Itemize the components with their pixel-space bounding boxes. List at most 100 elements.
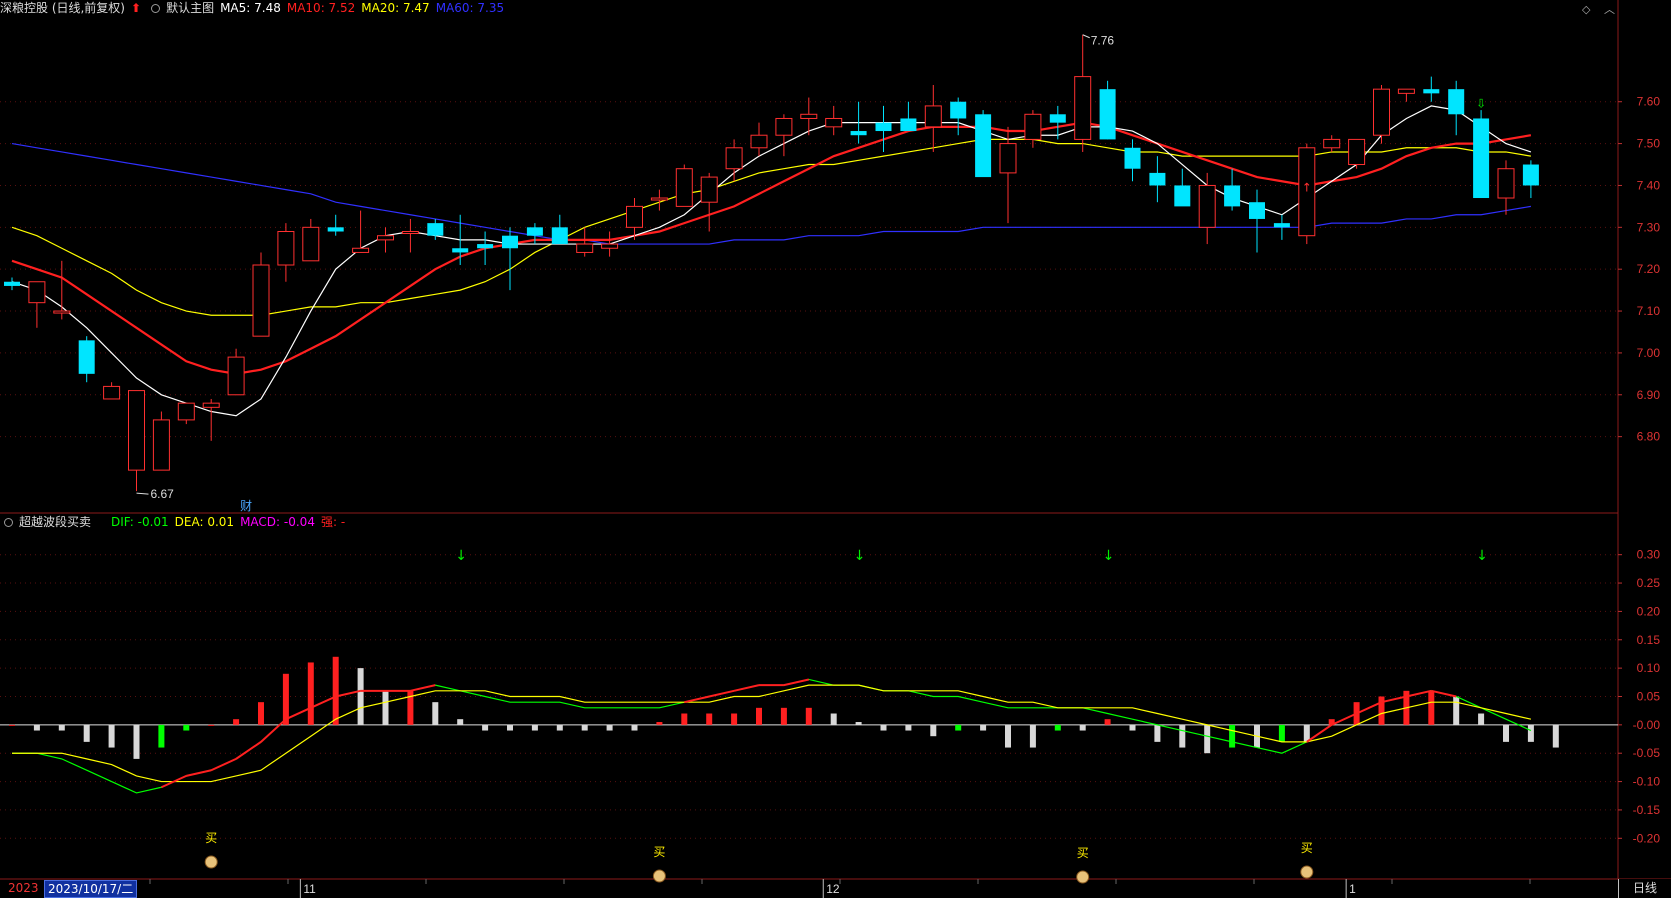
period-label[interactable]: 日线 xyxy=(1618,879,1671,898)
dif-strong-segment xyxy=(410,684,436,692)
candle xyxy=(103,382,121,400)
candle-body xyxy=(875,122,892,132)
candle-body xyxy=(999,143,1017,174)
candle xyxy=(1522,160,1539,199)
candle-body xyxy=(4,281,20,286)
macd-tick-label: -0.20 xyxy=(1633,831,1661,845)
candle xyxy=(576,227,594,257)
macd-bar xyxy=(905,724,912,731)
candle-body xyxy=(452,248,469,253)
dif-strong-segment xyxy=(260,718,287,743)
candle xyxy=(825,105,843,136)
candle-body xyxy=(302,226,320,262)
candle-body xyxy=(1323,138,1341,149)
candle xyxy=(202,398,220,441)
candle xyxy=(700,172,718,232)
macd-bar xyxy=(1129,724,1136,731)
candle xyxy=(775,114,793,157)
candle-body xyxy=(1397,88,1415,94)
cursor-date: 2023/10/17/二 xyxy=(44,880,138,898)
candle-body xyxy=(1423,89,1440,94)
candle-body xyxy=(950,101,967,119)
candle-body xyxy=(775,117,793,136)
candle-body xyxy=(152,419,170,471)
macd-bar xyxy=(731,713,738,725)
candle xyxy=(1249,189,1265,253)
sell-arrow-icon: ↓ xyxy=(854,548,866,564)
candle-body xyxy=(1373,88,1390,136)
dif-strong-segment xyxy=(186,769,212,777)
candle xyxy=(277,223,295,282)
macd-bar xyxy=(1503,724,1509,742)
candles xyxy=(4,34,1539,492)
macd-bar xyxy=(482,724,489,731)
macd-bar xyxy=(955,724,962,731)
macd-bar xyxy=(1204,724,1211,754)
low-price-label: 6.67 xyxy=(151,487,175,501)
candle-body xyxy=(675,168,693,207)
candle xyxy=(252,252,270,337)
macd-tick-label: 0.20 xyxy=(1637,604,1661,618)
candle-body xyxy=(1124,147,1141,169)
candle-body xyxy=(1497,168,1515,199)
dif-strong-segment xyxy=(733,684,760,692)
trend-marker-icon: ↑ xyxy=(1302,180,1312,194)
signal-markers: ↓ ↓ ↓ ↓买买买买↑⇩ xyxy=(204,97,1488,884)
candle-body xyxy=(1074,76,1092,140)
candle xyxy=(975,110,992,178)
month-label: 12 xyxy=(826,882,840,896)
candle xyxy=(352,210,370,253)
candle xyxy=(502,227,518,291)
macd-bar xyxy=(1428,690,1435,725)
buy-label: 买 xyxy=(1077,846,1089,860)
macd-bar xyxy=(1229,724,1236,748)
stock-chart-window: 深粮控股 (日线,前复权) ⬆ 默认主图 MA5: 7.48 MA10: 7.5… xyxy=(0,0,1671,898)
finance-marker[interactable]: 财 xyxy=(240,499,252,513)
macd-bar xyxy=(1029,724,1036,748)
macd-bar xyxy=(1278,724,1285,742)
buy-label: 买 xyxy=(1301,841,1313,855)
candle xyxy=(128,390,145,492)
price-tick-label: 7.10 xyxy=(1637,304,1661,318)
candle-body xyxy=(551,227,568,245)
candle-body xyxy=(1174,185,1191,207)
candle xyxy=(601,231,619,257)
dif-strong-segment xyxy=(335,689,361,698)
low-pointer xyxy=(136,492,149,495)
candle-body xyxy=(78,340,95,374)
macd-bar xyxy=(830,713,837,725)
candle-body xyxy=(502,235,518,249)
chart-canvas[interactable]: 11 12 1 ↓ ↓ ↓ ↓买买买买↑⇩ 7.607.507.407.307.207.1… xyxy=(0,0,1671,898)
candle-body xyxy=(1249,202,1265,219)
macd-bar xyxy=(1104,719,1111,725)
candle xyxy=(875,105,892,152)
candle xyxy=(1448,80,1465,136)
candle xyxy=(750,122,768,157)
macd-bar xyxy=(606,724,613,731)
price-tick-label: 7.50 xyxy=(1637,137,1661,151)
price-tick-label: 7.30 xyxy=(1637,220,1661,234)
dif-strong-segment xyxy=(783,678,810,687)
macd-bar xyxy=(1527,724,1534,742)
macd-tick-label: 0.05 xyxy=(1637,689,1661,703)
candle xyxy=(152,411,170,471)
dif-strong-segment xyxy=(1331,712,1358,726)
macd-bar xyxy=(1079,724,1086,731)
macd-bar xyxy=(706,713,713,725)
candle xyxy=(177,402,195,425)
candle xyxy=(377,227,394,253)
year-label: 2023 xyxy=(8,881,39,895)
macd-bar xyxy=(581,724,588,731)
month-label: 1 xyxy=(1349,882,1356,896)
dif-strong-segment xyxy=(708,689,735,698)
macd-bar xyxy=(656,722,663,725)
candle-body xyxy=(377,235,394,241)
candle xyxy=(1323,135,1341,152)
candle xyxy=(1373,84,1390,144)
candle xyxy=(1473,110,1490,199)
macd-bar xyxy=(332,656,339,725)
macd-bar xyxy=(1453,696,1460,725)
macd-tick-label: 0.10 xyxy=(1637,661,1661,675)
dif-strong-segment xyxy=(1431,689,1457,698)
dif-strong-segment xyxy=(1381,695,1407,704)
